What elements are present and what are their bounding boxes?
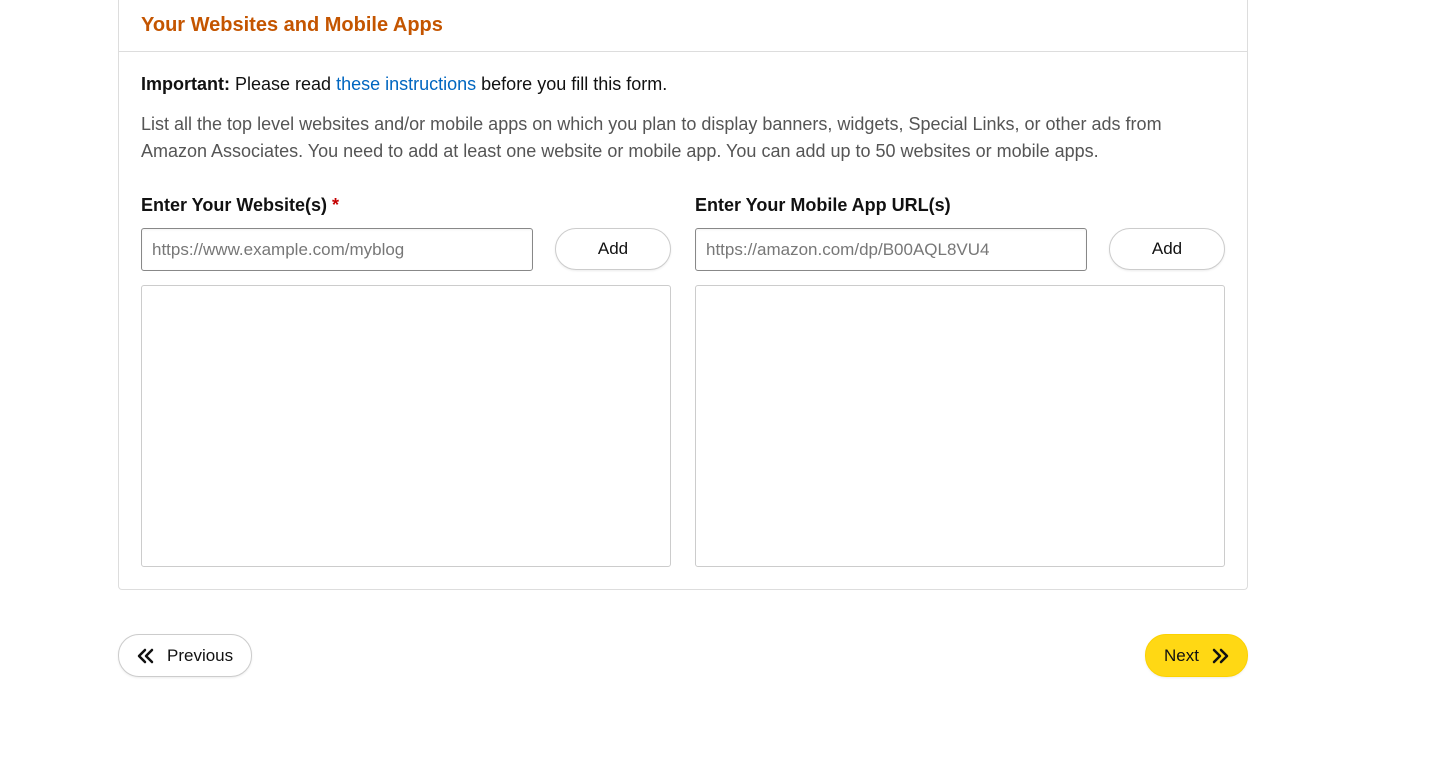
previous-label: Previous [167,646,233,666]
section-title: Your Websites and Mobile Apps [141,14,1225,37]
website-url-input[interactable] [141,228,533,271]
websites-column: Enter Your Website(s) * Add [141,195,671,567]
important-label: Important: [141,74,230,94]
required-indicator: * [332,195,339,215]
next-label: Next [1164,646,1199,666]
add-mobile-app-button[interactable]: Add [1109,228,1225,270]
important-notice: Important: Please read these instruction… [141,74,1225,95]
card-body: Important: Please read these instruction… [119,52,1247,589]
instructions-link[interactable]: these instructions [336,74,476,94]
mobile-apps-label: Enter Your Mobile App URL(s) [695,195,1225,216]
important-text-before: Please read [230,74,336,94]
websites-label: Enter Your Website(s) * [141,195,671,216]
mobile-apps-column: Enter Your Mobile App URL(s) Add [695,195,1225,567]
next-button[interactable]: Next [1145,634,1248,677]
section-description: List all the top level websites and/or m… [141,111,1225,165]
card-header: Your Websites and Mobile Apps [119,0,1247,52]
previous-button[interactable]: Previous [118,634,252,677]
websites-list-box[interactable] [141,285,671,567]
important-text-after: before you fill this form. [476,74,667,94]
chevron-left-icon [137,648,155,664]
navigation-row: Previous Next [118,634,1248,677]
websites-section-card: Your Websites and Mobile Apps Important:… [118,0,1248,590]
websites-label-text: Enter Your Website(s) [141,195,332,215]
add-website-button[interactable]: Add [555,228,671,270]
chevron-right-icon [1211,648,1229,664]
mobile-apps-list-box[interactable] [695,285,1225,567]
mobile-app-url-input[interactable] [695,228,1087,271]
